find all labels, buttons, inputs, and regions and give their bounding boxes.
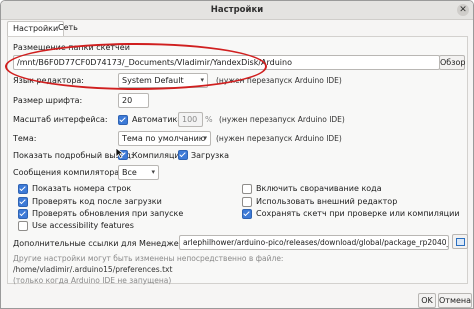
code-folding-checkbox[interactable] [242, 184, 252, 194]
save-on-verify-checkbox[interactable] [242, 209, 252, 219]
chevron-down-icon: ▾ [203, 134, 207, 142]
theme-value: Тема по умолчанию [122, 134, 206, 143]
save-on-verify-label: Сохранять скетч при проверке или компиля… [256, 209, 460, 218]
close-button[interactable]: ✕ [457, 4, 469, 16]
edit-urls-icon[interactable] [452, 234, 468, 249]
prefs-note-line3: (только когда Arduino IDE не запущена) [13, 276, 172, 285]
font-size-label: Размер шрифта: [13, 96, 83, 105]
sketchbook-label: Размещение папки скетчей [13, 43, 130, 52]
chevron-down-icon: ▾ [151, 168, 155, 176]
scale-value-input[interactable]: 100 [178, 112, 203, 127]
warnings-label: Сообщения компилятора: [13, 168, 122, 177]
boards-url-input[interactable]: arlephilhower/arduino-pico/releases/down… [179, 235, 449, 250]
language-hint: (нужен перезапуск Arduino IDE) [216, 76, 342, 85]
external-editor-label: Использовать внешний редактор [256, 197, 398, 206]
preferences-window: Настройки ✕ Настройки Сеть Размещение па… [0, 0, 474, 309]
verbose-upload-label: Загрузка [191, 151, 230, 160]
window-title: Настройки [210, 5, 264, 15]
close-icon[interactable]: ✕ [459, 5, 467, 15]
theme-label: Тема: [13, 134, 37, 143]
accessibility-label: Use accessibility features [32, 221, 134, 230]
verbose-compile-label: Компиляция [132, 151, 185, 160]
verify-after-upload-label: Проверять код после загрузки [32, 197, 162, 206]
sketchbook-path-input[interactable]: /mnt/B6F0D77CF0D74173/_Documents/Vladimi… [13, 55, 440, 70]
warnings-value: Все [122, 168, 137, 177]
theme-select[interactable]: Тема по умолчанию ▾ [118, 131, 211, 146]
code-folding-label: Включить сворачивание кода [256, 184, 382, 193]
ok-button[interactable]: OK [418, 293, 436, 308]
cancel-button[interactable]: Отмена [438, 293, 472, 308]
prefs-note-line1: Другие настройки могут быть изменены неп… [13, 254, 284, 263]
scale-label: Масштаб интерфейса: [13, 115, 108, 124]
language-select[interactable]: System Default ▾ [118, 73, 208, 88]
external-editor-checkbox[interactable] [242, 197, 252, 207]
verbose-upload-checkbox[interactable] [178, 150, 188, 160]
accessibility-checkbox[interactable] [18, 221, 28, 231]
scale-unit: % [205, 115, 213, 124]
prefs-file-path[interactable]: /home/vladimir/.arduino15/preferences.tx… [13, 265, 172, 274]
font-size-input[interactable]: 20 [118, 93, 149, 108]
warnings-select[interactable]: Все ▾ [118, 165, 159, 180]
theme-hint: (нужен перезапуск Arduino IDE) [216, 134, 342, 143]
chevron-down-icon: ▾ [200, 76, 204, 84]
settings-panel: Размещение папки скетчей /mnt/B6F0D77CF0… [7, 36, 468, 285]
check-updates-label: Проверять обновления при запуске [32, 209, 184, 218]
verify-after-upload-checkbox[interactable] [18, 197, 28, 207]
scale-auto-label: Автоматика [132, 115, 183, 124]
scale-auto-checkbox[interactable] [118, 115, 128, 125]
language-label: Язык редактора: [13, 76, 84, 85]
mouse-cursor-icon [115, 147, 125, 159]
check-updates-checkbox[interactable] [18, 209, 28, 219]
line-numbers-label: Показать номера строк [32, 184, 132, 193]
browse-button[interactable]: Обзор [439, 55, 465, 70]
scale-hint: (нужен перезапуск Arduino IDE) [219, 115, 345, 124]
line-numbers-checkbox[interactable] [18, 184, 28, 194]
language-value: System Default [122, 76, 184, 85]
title-bar[interactable]: Настройки ✕ [1, 1, 473, 20]
tab-network[interactable]: Сеть [53, 21, 83, 35]
